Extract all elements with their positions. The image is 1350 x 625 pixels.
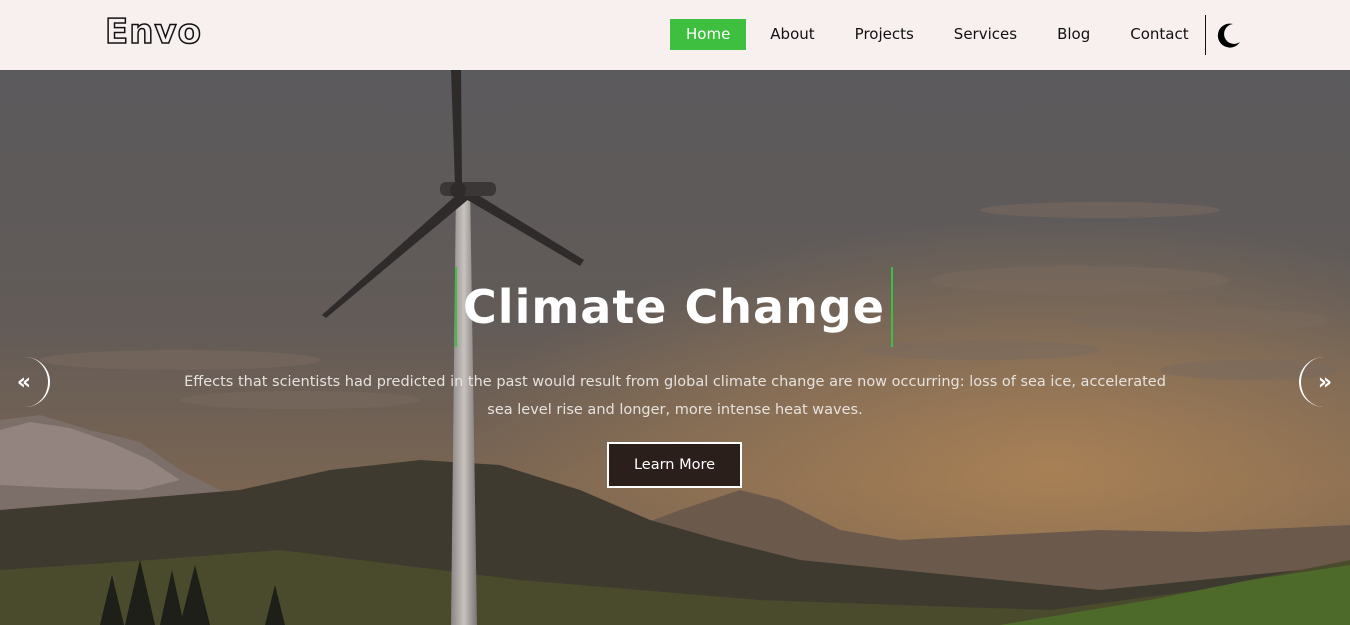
hero-title: Climate Change — [463, 280, 885, 334]
site-header: Envo Home About Projects Services Blog C… — [0, 0, 1350, 70]
double-chevron-right-icon[interactable]: » — [1299, 357, 1349, 407]
hero-background-image — [0, 70, 1350, 625]
hero-description: Effects that scientists had predicted in… — [184, 374, 1166, 418]
nav-divider — [1205, 15, 1206, 55]
main-nav: Home About Projects Services Blog Contac… — [670, 19, 1213, 50]
moon-icon[interactable] — [1216, 22, 1242, 48]
nav-item-projects[interactable]: Projects — [839, 19, 930, 50]
nav-item-services[interactable]: Services — [938, 19, 1033, 50]
hero-title-frame: Climate Change — [455, 267, 893, 347]
nav-item-blog[interactable]: Blog — [1041, 19, 1106, 50]
logo[interactable]: Envo — [104, 11, 202, 53]
hero-slider: Climate Change Effects that scientists h… — [0, 70, 1350, 625]
nav-item-about[interactable]: About — [754, 19, 830, 50]
nav-item-home[interactable]: Home — [670, 19, 747, 50]
learn-more-button[interactable]: Learn More — [607, 442, 742, 488]
nav-item-contact[interactable]: Contact — [1114, 19, 1204, 50]
double-chevron-left-icon[interactable]: « — [0, 357, 50, 407]
